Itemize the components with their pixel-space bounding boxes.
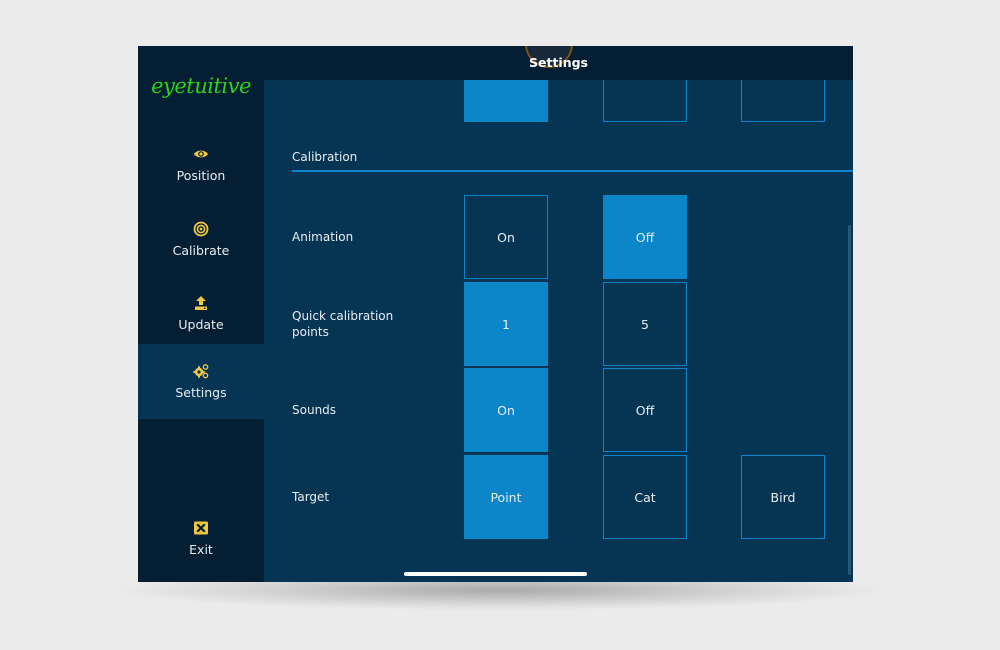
app-logo: eyetuitive (151, 74, 251, 98)
sidebar-item-calibrate[interactable]: Calibrate (138, 202, 264, 276)
target-bird-button[interactable]: Bird (741, 455, 825, 539)
setting-label-sounds: Sounds (292, 403, 337, 417)
animation-on-button[interactable]: On (464, 195, 548, 279)
sidebar-item-update[interactable]: Update (138, 276, 264, 350)
tablet-screen: eyetuitive Position Calibrate Update Set… (138, 46, 853, 582)
sidebar-item-position[interactable]: Position (138, 127, 264, 201)
setting-label-quick-calibration-points: Quick calibration points (292, 309, 394, 339)
top-bar: Settings (264, 46, 853, 80)
gears-icon (193, 364, 209, 379)
sidebar: eyetuitive Position Calibrate Update Set… (138, 46, 264, 582)
sidebar-item-label: Update (178, 316, 224, 332)
target-point-button[interactable]: Point (464, 455, 548, 539)
section-divider (292, 170, 853, 172)
eye-icon (194, 150, 208, 157)
sidebar-item-label: Exit (189, 541, 213, 557)
sidebar-item-exit[interactable]: Exit (138, 501, 264, 575)
animation-off-button[interactable]: Off (603, 195, 687, 279)
sidebar-item-label: Settings (175, 385, 227, 400)
vertical-scrollbar[interactable] (848, 225, 851, 575)
quick-calibration-5-button[interactable]: 5 (603, 282, 687, 366)
close-box-icon (194, 521, 208, 534)
sounds-on-button[interactable]: On (464, 368, 548, 452)
quick-calibration-1-button[interactable]: 1 (464, 282, 548, 366)
home-indicator[interactable] (404, 572, 587, 576)
upload-icon (195, 295, 207, 310)
page-title: Settings (528, 55, 588, 70)
setting-label-target: Target (292, 490, 330, 504)
sidebar-item-label: Calibrate (172, 242, 230, 258)
sidebar-item-label: Position (176, 167, 226, 183)
sounds-off-button[interactable]: Off (603, 368, 687, 452)
settings-content: Calibration Animation On Off Quick calib… (264, 46, 853, 582)
target-cat-button[interactable]: Cat (603, 455, 687, 539)
section-title-calibration: Calibration (292, 150, 358, 164)
target-icon (193, 221, 209, 236)
setting-label-animation: Animation (292, 230, 354, 244)
sidebar-item-settings[interactable]: Settings (138, 344, 264, 419)
